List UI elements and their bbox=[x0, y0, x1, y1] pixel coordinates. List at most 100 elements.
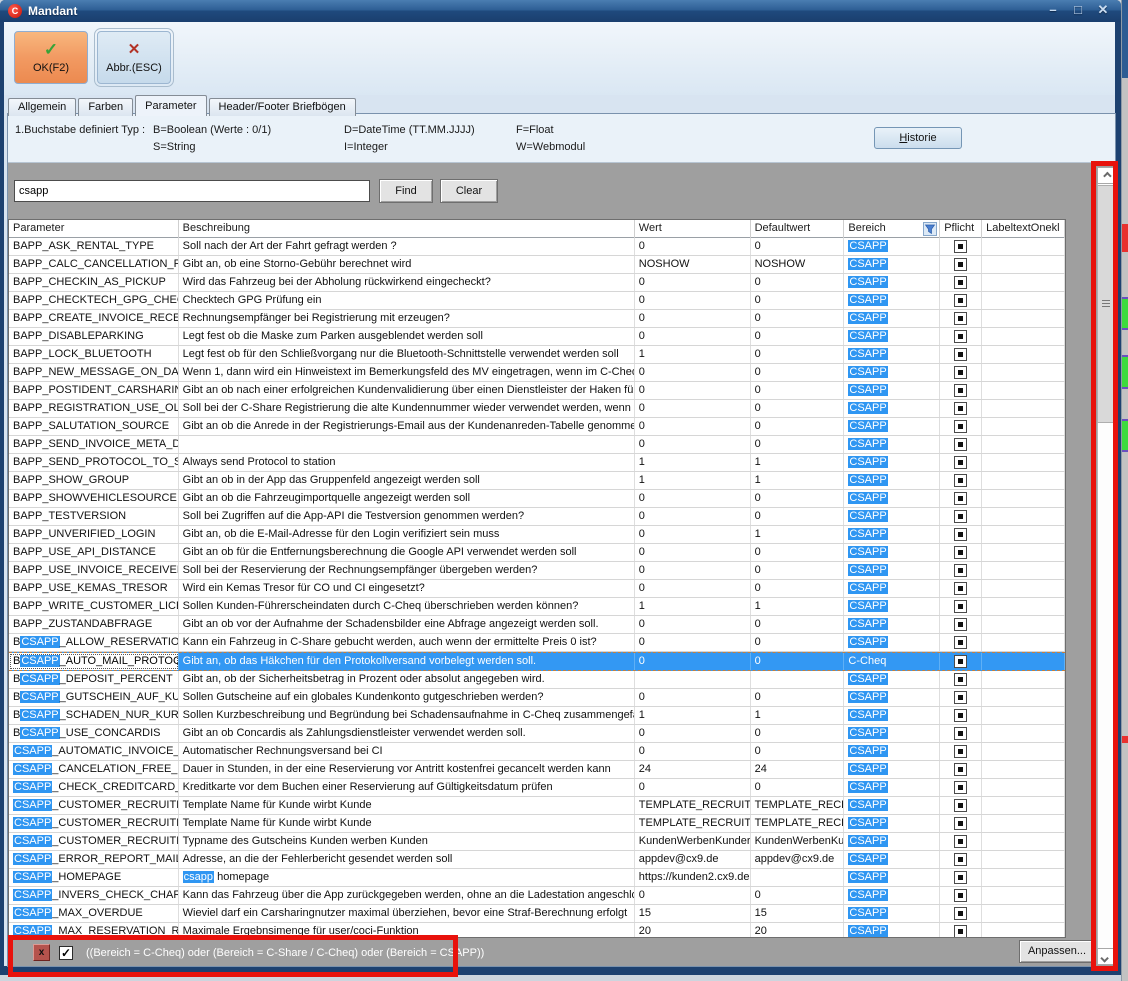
table-row[interactable]: BCSAPP_GUTSCHEIN_AUF_KUNSollen Gutschein… bbox=[9, 689, 1065, 707]
pflicht-checkbox[interactable] bbox=[954, 546, 967, 559]
search-input[interactable] bbox=[14, 180, 370, 202]
table-row[interactable]: CSAPP_CUSTOMER_RECRUITINTemplate Name fü… bbox=[9, 815, 1065, 833]
pflicht-checkbox[interactable] bbox=[954, 510, 967, 523]
column-header-wert[interactable]: Wert bbox=[635, 220, 751, 238]
pflicht-checkbox[interactable] bbox=[954, 673, 967, 686]
pflicht-checkbox[interactable] bbox=[954, 402, 967, 415]
table-row[interactable]: CSAPP_CHECK_CREDITCARD_EKreditkarte vor … bbox=[9, 779, 1065, 797]
pflicht-checkbox[interactable] bbox=[954, 294, 967, 307]
table-row[interactable]: BAPP_POSTIDENT_CARSHARINGibt an ob nach … bbox=[9, 382, 1065, 400]
pflicht-checkbox[interactable] bbox=[954, 691, 967, 704]
filter-checkbox[interactable]: ✓ bbox=[59, 946, 73, 960]
table-row[interactable]: BAPP_UNVERIFIED_LOGINGibt an, ob die E-M… bbox=[9, 526, 1065, 544]
table-row[interactable]: BAPP_SEND_PROTOCOL_TO_SAlways send Proto… bbox=[9, 454, 1065, 472]
minimize-button[interactable]: – bbox=[1045, 2, 1061, 18]
table-row[interactable]: CSAPP_MAX_RESERVATION_RIMaximale Ergebns… bbox=[9, 923, 1065, 938]
table-row[interactable]: CSAPP_CUSTOMER_RECRUITINTemplate Name fü… bbox=[9, 797, 1065, 815]
pflicht-checkbox[interactable] bbox=[954, 799, 967, 812]
table-row[interactable]: CSAPP_CUSTOMER_RECRUITINTypname des Guts… bbox=[9, 833, 1065, 851]
table-row[interactable]: BAPP_CHECKTECH_GPG_CHECKChecktech GPG Pr… bbox=[9, 292, 1065, 310]
column-header-defaultwert[interactable]: Defaultwert bbox=[751, 220, 845, 238]
pflicht-checkbox[interactable] bbox=[954, 528, 967, 541]
pflicht-checkbox[interactable] bbox=[954, 276, 967, 289]
table-row[interactable]: BAPP_USE_INVOICE_RECEIVEFSoll bei der Re… bbox=[9, 562, 1065, 580]
pflicht-checkbox[interactable] bbox=[954, 438, 967, 451]
table-row[interactable]: BAPP_USE_KEMAS_TRESORWird ein Kemas Tres… bbox=[9, 580, 1065, 598]
column-header-bereich[interactable]: Bereich bbox=[844, 220, 940, 238]
pflicht-checkbox[interactable] bbox=[954, 889, 967, 902]
table-row[interactable]: CSAPP_ERROR_REPORT_MAILAdresse, an die d… bbox=[9, 851, 1065, 869]
table-row[interactable]: CSAPP_HOMEPAGEcsapp homepagehttps://kund… bbox=[9, 869, 1065, 887]
table-row[interactable]: BAPP_SALUTATION_SOURCEGibt an ob die Anr… bbox=[9, 418, 1065, 436]
pflicht-checkbox[interactable] bbox=[954, 420, 967, 433]
table-row[interactable]: BAPP_LOCK_BLUETOOTHLegt fest ob für den … bbox=[9, 346, 1065, 364]
table-row[interactable]: BAPP_TESTVERSIONSoll bei Zugriffen auf d… bbox=[9, 508, 1065, 526]
pflicht-checkbox[interactable] bbox=[954, 582, 967, 595]
table-row[interactable]: CSAPP_AUTOMATIC_INVOICE_MAutomatischer R… bbox=[9, 743, 1065, 761]
pflicht-checkbox[interactable] bbox=[954, 384, 967, 397]
pflicht-checkbox[interactable] bbox=[954, 907, 967, 920]
table-row[interactable]: BAPP_ZUSTANDABFRAGEGibt an ob vor der Au… bbox=[9, 616, 1065, 634]
column-header-parameter[interactable]: Parameter bbox=[9, 220, 179, 238]
column-header-beschreibung[interactable]: Beschreibung bbox=[179, 220, 635, 238]
historie-button[interactable]: Historie bbox=[874, 127, 962, 149]
filter-close-button[interactable]: x bbox=[33, 944, 50, 961]
table-row[interactable]: BAPP_CHECKIN_AS_PICKUPWird das Fahrzeug … bbox=[9, 274, 1065, 292]
pflicht-checkbox[interactable] bbox=[954, 745, 967, 758]
table-row[interactable]: BAPP_REGISTRATION_USE_OLSoll bei der C-S… bbox=[9, 400, 1065, 418]
table-row[interactable]: BAPP_SEND_INVOICE_META_D00CSAPP bbox=[9, 436, 1065, 454]
pflicht-checkbox[interactable] bbox=[954, 817, 967, 830]
pflicht-checkbox[interactable] bbox=[954, 871, 967, 884]
table-row[interactable]: BAPP_DISABLEPARKINGLegt fest ob die Mask… bbox=[9, 328, 1065, 346]
cancel-button[interactable]: ✕ Abbr.(ESC) bbox=[97, 31, 171, 84]
pflicht-checkbox[interactable] bbox=[954, 456, 967, 469]
pflicht-checkbox[interactable] bbox=[954, 636, 967, 649]
table-row[interactable]: BCSAPP_ALLOW_RESERVATIOIKann ein Fahrzeu… bbox=[9, 634, 1065, 652]
pflicht-checkbox[interactable] bbox=[954, 853, 967, 866]
table-row[interactable]: BAPP_CREATE_INVOICE_RECEIRechnungsempfän… bbox=[9, 310, 1065, 328]
clear-button[interactable]: Clear bbox=[440, 179, 498, 203]
pflicht-checkbox[interactable] bbox=[954, 925, 967, 938]
tab-farben[interactable]: Farben bbox=[78, 98, 133, 116]
scrollbar-thumb[interactable] bbox=[1097, 185, 1114, 423]
table-row[interactable]: CSAPP_MAX_OVERDUEWieviel darf ein Carsha… bbox=[9, 905, 1065, 923]
bereich-filter-icon[interactable] bbox=[923, 222, 937, 236]
pflicht-checkbox[interactable] bbox=[954, 330, 967, 343]
table-row[interactable]: CSAPP_CANCELATION_FREE_HDauer in Stunden… bbox=[9, 761, 1065, 779]
pflicht-checkbox[interactable] bbox=[954, 763, 967, 776]
pflicht-checkbox[interactable] bbox=[954, 618, 967, 631]
pflicht-checkbox[interactable] bbox=[954, 709, 967, 722]
scrollbar-up-button[interactable] bbox=[1097, 167, 1114, 184]
column-header-labeltextonekl[interactable]: LabeltextOnekl bbox=[982, 220, 1065, 238]
pflicht-checkbox[interactable] bbox=[954, 474, 967, 487]
tab-allgemein[interactable]: Allgemein bbox=[8, 98, 76, 116]
table-row[interactable]: BAPP_SHOWVEHICLESOURCEGibt an ob die Fah… bbox=[9, 490, 1065, 508]
pflicht-checkbox[interactable] bbox=[954, 835, 967, 848]
pflicht-checkbox[interactable] bbox=[954, 312, 967, 325]
table-row[interactable]: BCSAPP_USE_CONCARDISGibt an ob Concardis… bbox=[9, 725, 1065, 743]
table-row[interactable]: BAPP_USE_API_DISTANCEGibt an ob für die … bbox=[9, 544, 1065, 562]
maximize-button[interactable]: □ bbox=[1070, 2, 1086, 18]
pflicht-checkbox[interactable] bbox=[954, 366, 967, 379]
table-row[interactable]: BCSAPP_SCHADEN_NUR_KURZSollen Kurzbeschr… bbox=[9, 707, 1065, 725]
table-row[interactable]: BAPP_CALC_CANCELLATION_FEEGibt an, ob ei… bbox=[9, 256, 1065, 274]
table-row[interactable]: BAPP_SHOW_GROUPGibt an ob in der App das… bbox=[9, 472, 1065, 490]
anpassen-button[interactable]: Anpassen... bbox=[1019, 940, 1095, 963]
table-row[interactable]: BAPP_ASK_RENTAL_TYPESoll nach der Art de… bbox=[9, 238, 1065, 256]
table-row[interactable]: CSAPP_INVERS_CHECK_CHARGKann das Fahrzeu… bbox=[9, 887, 1065, 905]
pflicht-checkbox[interactable] bbox=[954, 727, 967, 740]
table-row[interactable]: BAPP_WRITE_CUSTOMER_LICESollen Kunden-Fü… bbox=[9, 598, 1065, 616]
tab-parameter[interactable]: Parameter bbox=[135, 95, 206, 116]
pflicht-checkbox[interactable] bbox=[954, 564, 967, 577]
pflicht-checkbox[interactable] bbox=[954, 492, 967, 505]
pflicht-checkbox[interactable] bbox=[954, 258, 967, 271]
tab-header-footer-briefbögen[interactable]: Header/Footer Briefbögen bbox=[209, 98, 356, 116]
pflicht-checkbox[interactable] bbox=[954, 348, 967, 361]
close-button[interactable]: ✕ bbox=[1095, 2, 1111, 18]
table-row[interactable]: BCSAPP_DEPOSIT_PERCENTGibt an, ob der Si… bbox=[9, 671, 1065, 689]
pflicht-checkbox[interactable] bbox=[954, 655, 967, 668]
ok-button[interactable]: ✓ OK(F2) bbox=[14, 31, 88, 84]
window-titlebar[interactable]: C Mandant – □ ✕ bbox=[0, 0, 1121, 22]
pflicht-checkbox[interactable] bbox=[954, 781, 967, 794]
table-row[interactable]: BAPP_NEW_MESSAGE_ON_DAIWenn 1, dann wird… bbox=[9, 364, 1065, 382]
